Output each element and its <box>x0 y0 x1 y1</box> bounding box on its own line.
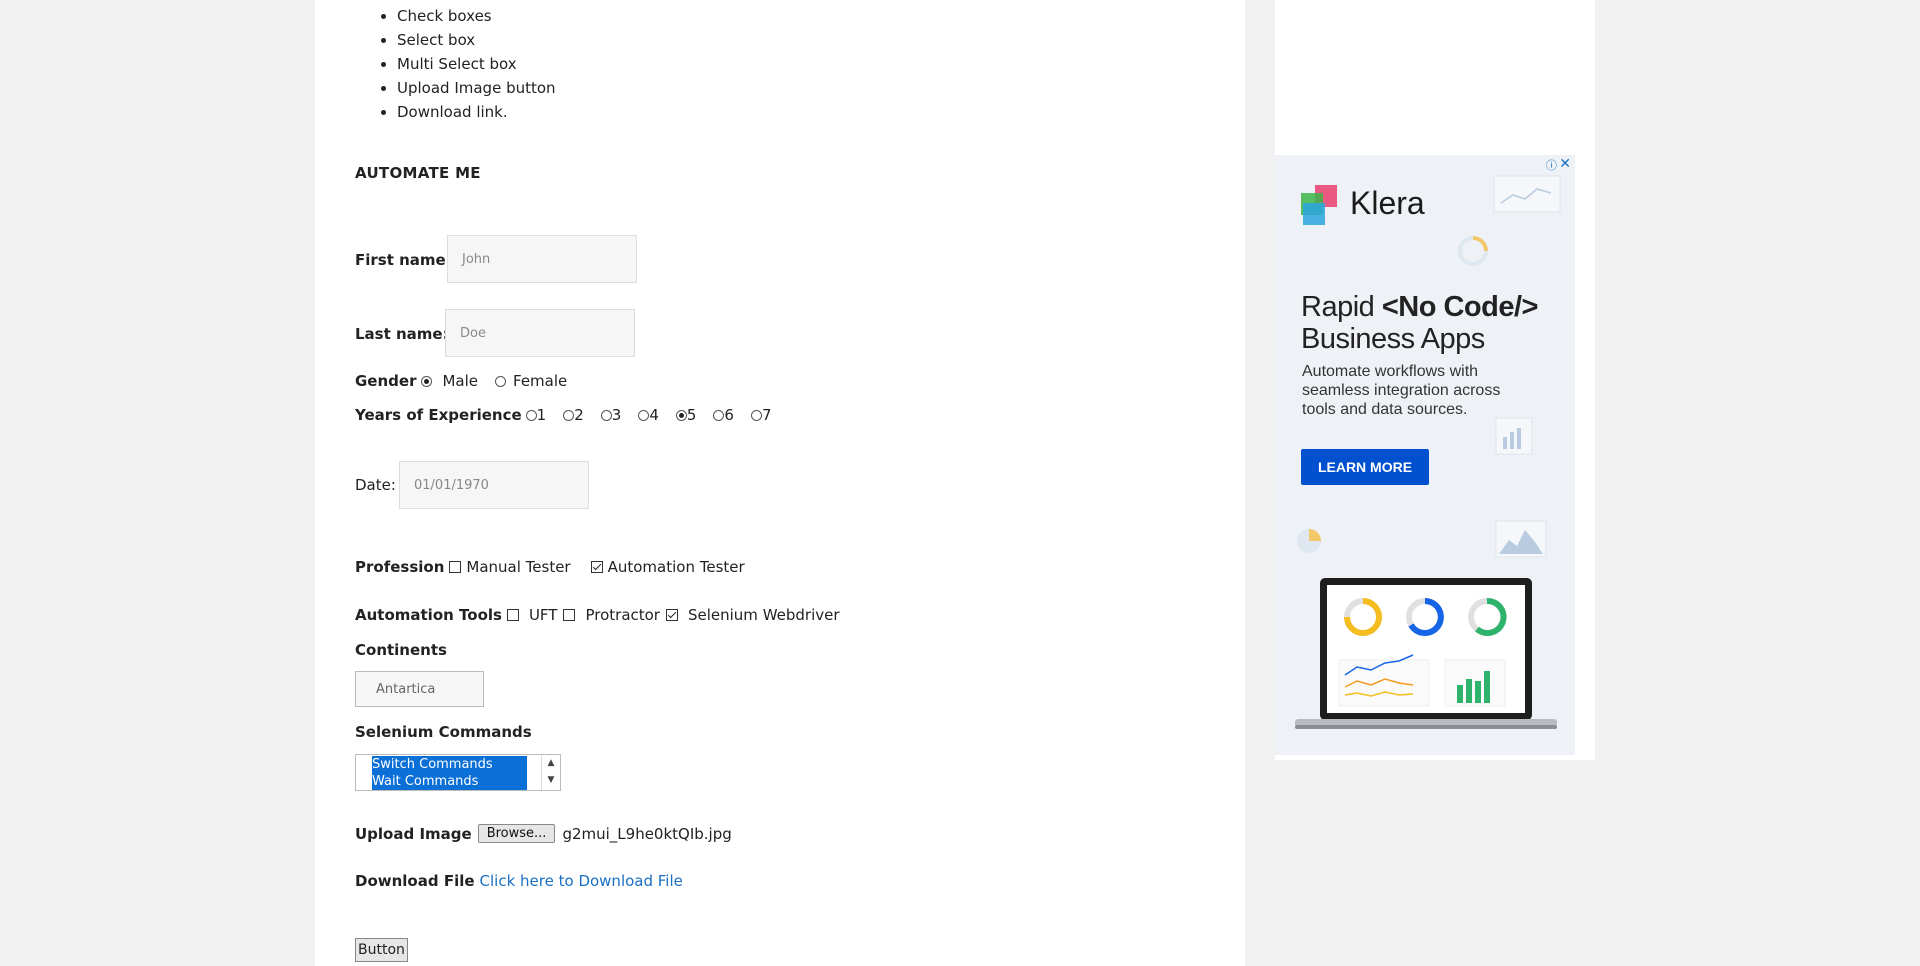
profession-manual-checkbox[interactable] <box>449 561 462 573</box>
ad-headline-part: Rapid <box>1301 291 1375 323</box>
list-item: Upload Image button <box>397 76 556 100</box>
last-name-placeholder: Doe <box>460 325 486 341</box>
advertisement[interactable]: ⓘ ✕ Klera Rapid <No Code/> Business Apps… <box>1275 155 1575 755</box>
ad-subtext: Automate workflows with seamless integra… <box>1302 363 1501 418</box>
upload-row: Upload Image Browse... g2mui_L9he0ktQIb.… <box>355 824 732 843</box>
commands-option[interactable]: Wait Commands <box>372 773 527 790</box>
section-heading: AUTOMATE ME <box>355 164 481 182</box>
ad-learn-more-button[interactable]: LEARN MORE <box>1301 449 1429 485</box>
experience-label: Years of Experience <box>355 406 522 424</box>
profession-automation-label: Automation Tester <box>607 558 745 576</box>
tool-protractor-checkbox[interactable] <box>563 609 576 621</box>
first-name-input[interactable]: John <box>447 235 637 283</box>
experience-radio-5[interactable] <box>675 409 687 421</box>
continents-selected-value: Antartica <box>376 681 436 697</box>
feature-list: Check boxes Select box Multi Select box … <box>371 4 556 124</box>
gender-male-label: Male <box>442 372 479 390</box>
decorative-donut-icon <box>1458 236 1488 266</box>
experience-radio-3[interactable] <box>600 409 612 421</box>
commands-label: Selenium Commands <box>355 723 532 741</box>
submit-button[interactable]: Button <box>355 938 408 962</box>
first-name-placeholder: John <box>462 251 491 267</box>
decorative-chart-icon <box>1493 175 1561 213</box>
gender-female-radio[interactable] <box>495 375 507 387</box>
download-row: Download File Click here to Download Fil… <box>355 872 683 890</box>
gender-row: Gender Male Female <box>355 372 567 390</box>
experience-option-label: 6 <box>724 406 734 424</box>
upload-filename: g2mui_L9he0ktQIb.jpg <box>562 824 732 843</box>
klera-logo-icon <box>1301 185 1339 225</box>
tools-label: Automation Tools <box>355 606 502 624</box>
experience-radio-6[interactable] <box>713 409 725 421</box>
date-placeholder: 01/01/1970 <box>414 477 489 493</box>
ad-info-icon[interactable]: ⓘ <box>1546 157 1557 173</box>
ad-close-icon[interactable]: ✕ <box>1559 155 1571 172</box>
continents-label: Continents <box>355 641 447 659</box>
upload-label: Upload Image <box>355 824 472 843</box>
list-item: Check boxes <box>397 4 556 28</box>
decorative-pie-icon <box>1297 529 1321 553</box>
continents-select[interactable]: Antartica <box>355 671 484 707</box>
list-item: Download link. <box>397 100 556 124</box>
browse-button[interactable]: Browse... <box>477 824 556 843</box>
download-label: Download File <box>355 872 475 890</box>
ad-headline-code: <No Code/> <box>1381 291 1539 323</box>
profession-label: Profession <box>355 558 445 576</box>
tool-selenium-checkbox[interactable] <box>665 609 678 621</box>
experience-option-label: 5 <box>686 406 697 424</box>
experience-option-label: 4 <box>649 406 659 424</box>
gender-label: Gender <box>355 372 417 390</box>
experience-radio-2[interactable] <box>563 409 575 421</box>
laptop-illustration-icon <box>1295 578 1557 729</box>
experience-option-label: 3 <box>611 406 622 424</box>
tool-uft-label: UFT <box>528 606 558 624</box>
last-name-label: Last name: <box>355 325 449 343</box>
profession-manual-label: Manual Tester <box>466 558 571 576</box>
first-name-label: First name: <box>355 251 452 269</box>
date-label: Date: <box>355 476 396 494</box>
experience-radio-4[interactable] <box>638 409 650 421</box>
date-input[interactable]: 01/01/1970 <box>399 461 589 509</box>
experience-option-label: 2 <box>574 406 584 424</box>
chevron-up-icon[interactable]: ▲ <box>542 755 560 772</box>
commands-option[interactable]: Switch Commands <box>372 756 527 773</box>
chevron-down-icon[interactable]: ▼ <box>542 772 560 789</box>
main-content: Check boxes Select box Multi Select box … <box>315 0 1245 966</box>
decorative-bars-icon <box>1495 417 1533 455</box>
profession-row: Profession Manual Tester Automation Test… <box>355 558 745 576</box>
gender-male-radio[interactable] <box>421 375 433 387</box>
last-name-input[interactable]: Doe <box>445 309 635 357</box>
list-item: Multi Select box <box>397 52 556 76</box>
experience-option-label: 7 <box>761 406 772 424</box>
tools-row: Automation Tools UFT Protractor Selenium… <box>355 606 840 624</box>
gender-female-label: Female <box>513 372 568 390</box>
list-item: Select box <box>397 28 556 52</box>
profession-automation-checkbox[interactable] <box>590 561 603 573</box>
tool-protractor-label: Protractor <box>585 606 660 624</box>
decorative-area-icon <box>1495 520 1547 558</box>
scrollbar[interactable]: ▲ ▼ <box>541 755 560 790</box>
ad-brand: Klera <box>1350 185 1425 221</box>
ad-headline-part: Business Apps <box>1301 323 1485 355</box>
ad-headline: Rapid <No Code/> Business Apps <box>1301 291 1539 355</box>
tool-uft-checkbox[interactable] <box>506 609 519 621</box>
tool-selenium-label: Selenium Webdriver <box>687 606 840 624</box>
experience-row: Years of Experience 1 2 3 4 5 6 7 <box>355 406 772 424</box>
experience-option-label: 1 <box>536 406 547 424</box>
download-link[interactable]: Click here to Download File <box>480 872 683 890</box>
commands-multiselect[interactable]: Switch Commands Wait Commands ▲ ▼ <box>355 754 561 791</box>
experience-radio-1[interactable] <box>525 409 537 421</box>
experience-radio-7[interactable] <box>750 409 762 421</box>
